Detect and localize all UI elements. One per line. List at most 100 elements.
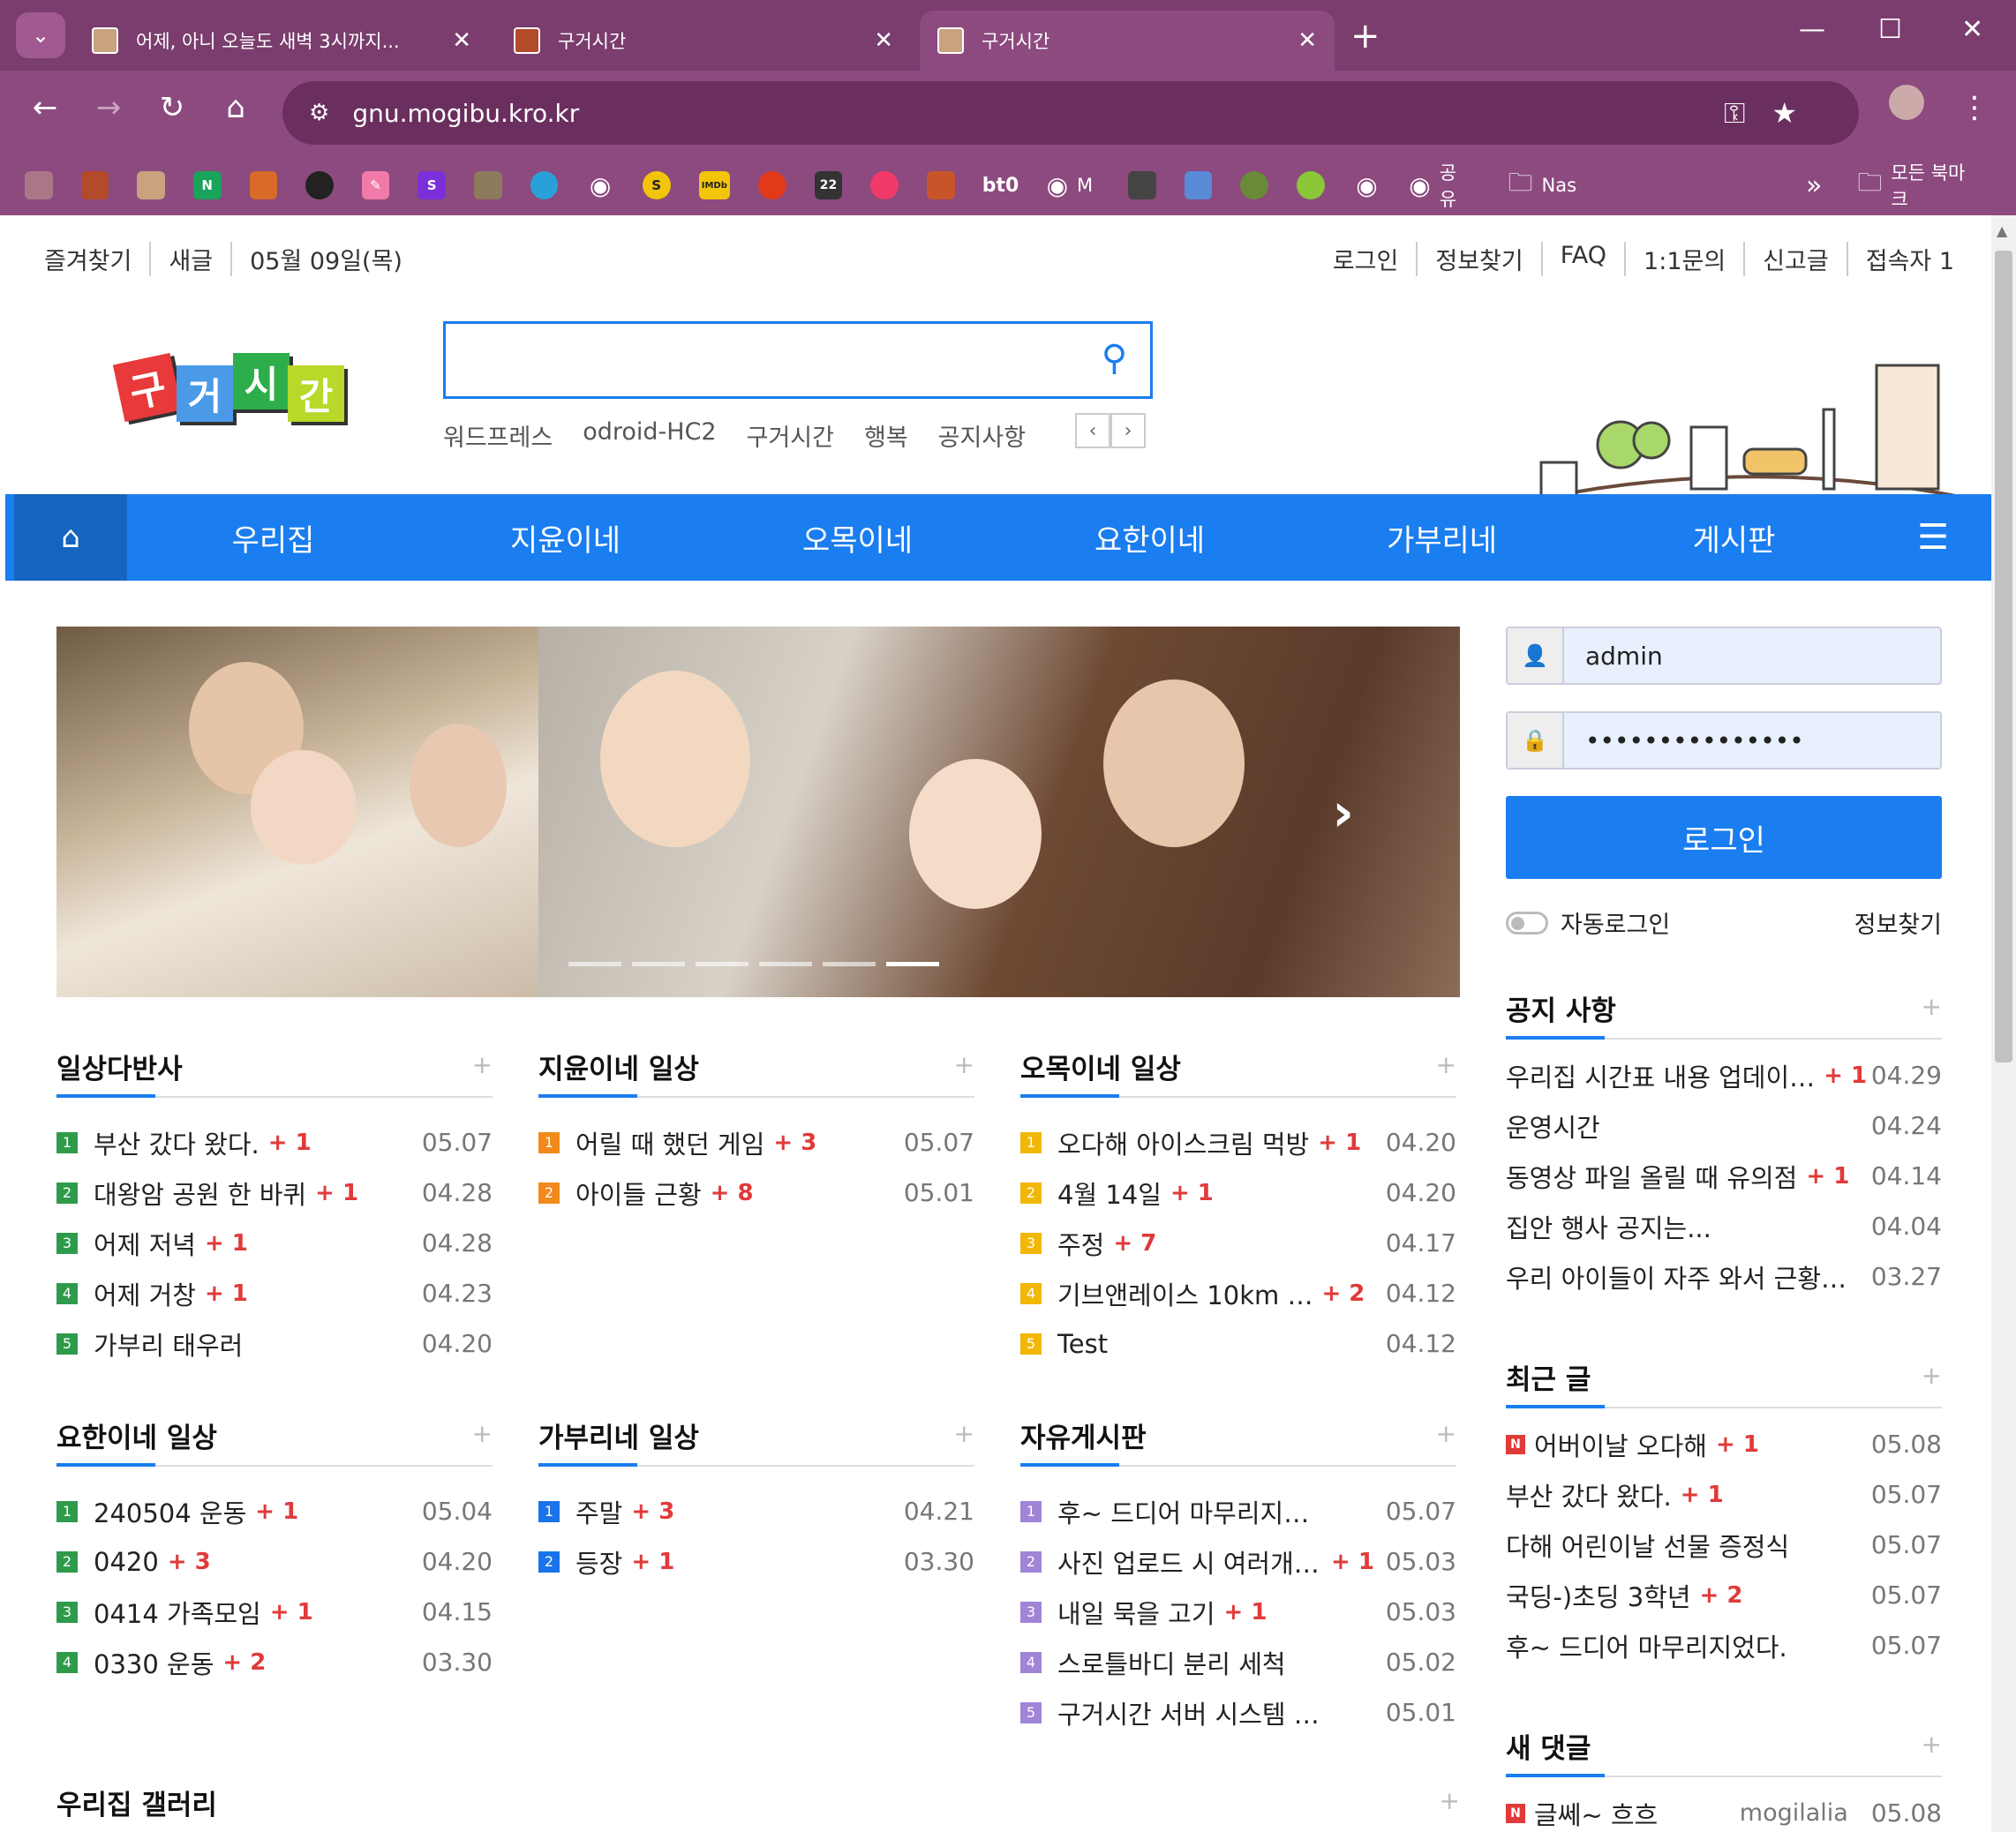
- post-title[interactable]: 집안 행사 공지는...: [1506, 1208, 1711, 1245]
- address-bar[interactable]: ⚙ gnu.mogibu.kro.kr ⚿★: [282, 81, 1859, 145]
- post-title[interactable]: 기브앤레이스 10km …: [1057, 1275, 1313, 1312]
- plus-icon[interactable]: +: [954, 1419, 974, 1448]
- close-icon[interactable]: ✕: [1298, 27, 1317, 54]
- nav-item[interactable]: 오목이네: [711, 494, 1004, 581]
- close-icon[interactable]: ✕: [874, 27, 893, 54]
- bookmark-bt-icon[interactable]: bt0: [982, 171, 1019, 199]
- keyword-link[interactable]: odroid-HC2: [583, 418, 716, 453]
- slider-dot[interactable]: [696, 962, 748, 966]
- faq-link[interactable]: FAQ: [1543, 242, 1627, 276]
- board-title[interactable]: 자유게시판: [1020, 1423, 1147, 1454]
- bookmark-green-icon[interactable]: [1240, 171, 1269, 199]
- slider-dot[interactable]: [823, 962, 876, 966]
- list-item[interactable]: 3 0414 가족모임 + 1 04.15: [56, 1587, 493, 1637]
- list-item[interactable]: 우리 아이들이 자주 와서 근황을… 03.27: [1506, 1251, 1942, 1302]
- plus-icon[interactable]: +: [472, 1050, 493, 1079]
- board-title[interactable]: 오목이네 일상: [1020, 1054, 1181, 1085]
- list-item[interactable]: 1 부산 갔다 왔다. + 1 05.07: [56, 1117, 493, 1168]
- post-title[interactable]: 후~ 드디어 마무리지었다.: [1506, 1627, 1787, 1664]
- post-title[interactable]: 부산 갔다 왔다.: [94, 1124, 260, 1161]
- slider-dot[interactable]: [759, 962, 812, 966]
- nav-item[interactable]: 게시판: [1588, 494, 1880, 581]
- post-title[interactable]: 아이들 근황: [575, 1175, 702, 1212]
- bookmark-monitor-icon[interactable]: [1128, 171, 1156, 199]
- password-field[interactable]: 🔒 •••••••••••••••: [1506, 711, 1942, 770]
- list-item[interactable]: 후~ 드디어 마무리지었다. 05.07: [1506, 1620, 1942, 1671]
- post-title[interactable]: 운영시간: [1506, 1107, 1600, 1145]
- plus-icon[interactable]: +: [1436, 1050, 1456, 1079]
- chevron-left-icon[interactable]: ‹: [1075, 413, 1110, 448]
- list-item[interactable]: 4 스로틀바디 분리 세척 05.02: [1020, 1637, 1456, 1687]
- find-info-link[interactable]: 정보찾기: [1854, 905, 1942, 940]
- post-title[interactable]: 4월 14일: [1057, 1175, 1162, 1212]
- nav-item[interactable]: 우리집: [127, 494, 419, 581]
- tab-2[interactable]: 구거시간 ✕: [496, 11, 911, 71]
- close-icon[interactable]: ✕: [452, 27, 471, 54]
- bookmarks-overflow-icon[interactable]: »: [1806, 170, 1822, 201]
- list-item[interactable]: 부산 갔다 왔다. + 1 05.07: [1506, 1469, 1942, 1520]
- board-title[interactable]: 우리집 갤러리: [56, 1790, 217, 1821]
- post-title[interactable]: 국딩-)초딩 3학년: [1506, 1577, 1691, 1614]
- list-item[interactable]: 2 대왕암 공원 한 바퀴 + 1 04.28: [56, 1168, 493, 1218]
- tomato-icon[interactable]: [758, 171, 786, 199]
- plus-icon[interactable]: +: [954, 1050, 974, 1079]
- panel-title[interactable]: 최근 글: [1506, 1364, 1591, 1396]
- bookmark-22-icon[interactable]: 22: [814, 171, 843, 199]
- list-item[interactable]: 1 어릴 때 했던 게임 + 3 05.07: [538, 1117, 974, 1168]
- minimize-icon[interactable]: —: [1799, 14, 1825, 45]
- list-item[interactable]: 5 가부리 태우러 04.20: [56, 1318, 493, 1369]
- scrollbar-thumb[interactable]: [1995, 251, 2012, 1062]
- panel-title[interactable]: 공지 사항: [1506, 995, 1616, 1027]
- bookmark-avatar-icon[interactable]: [25, 171, 53, 199]
- list-item[interactable]: 1 후~ 드디어 마무리지었다. 05.07: [1020, 1486, 1456, 1536]
- nav-item[interactable]: 가부리네: [1296, 494, 1588, 581]
- list-item[interactable]: 2 4월 14일 + 1 04.20: [1020, 1168, 1456, 1218]
- magnet-icon[interactable]: [926, 171, 955, 199]
- plus-icon[interactable]: +: [1440, 1786, 1460, 1815]
- auto-login-label[interactable]: 자동로그인: [1561, 905, 1670, 940]
- post-title[interactable]: 스로틀바디 분리 세척: [1057, 1644, 1286, 1681]
- new-posts-link[interactable]: 새글: [151, 242, 233, 276]
- board-title[interactable]: 요한이네 일상: [56, 1423, 217, 1454]
- chevron-right-icon[interactable]: ›: [1110, 413, 1146, 448]
- post-title[interactable]: 오다해 아이스크림 먹방: [1057, 1124, 1309, 1161]
- post-title[interactable]: 주말: [575, 1493, 622, 1530]
- bookmark-game-icon[interactable]: [80, 171, 109, 199]
- keyword-link[interactable]: 행복: [864, 418, 908, 453]
- site-logo[interactable]: 구 거 시 간: [109, 348, 357, 436]
- panel-title[interactable]: 새 댓글: [1506, 1733, 1591, 1765]
- bookmark-m[interactable]: ◉ M: [1047, 171, 1094, 200]
- post-title[interactable]: 0414 가족모임: [94, 1594, 261, 1631]
- bookmark-nas-folder[interactable]: 🗀 Nas: [1508, 164, 1576, 206]
- bookmark-edge-icon[interactable]: [530, 171, 559, 199]
- post-title[interactable]: 가부리 태우러: [94, 1325, 243, 1363]
- search-input[interactable]: ⚲: [443, 321, 1153, 399]
- list-item[interactable]: 집안 행사 공지는... 04.04: [1506, 1201, 1942, 1251]
- star-icon[interactable]: ★: [1772, 96, 1824, 130]
- search-icon[interactable]: ⚲: [1102, 338, 1127, 379]
- post-title[interactable]: 내일 묵을 고기: [1057, 1594, 1215, 1631]
- comment-text[interactable]: 글쎄~ 흐흐: [1534, 1795, 1658, 1832]
- keyword-link[interactable]: 구거시간: [747, 418, 834, 453]
- globe-icon[interactable]: ◉: [586, 171, 614, 200]
- list-item[interactable]: 우리집 시간표 내용 업데이… + 1 04.29: [1506, 1050, 1942, 1100]
- list-item[interactable]: 1 오다해 아이스크림 먹방 + 1 04.20: [1020, 1117, 1456, 1168]
- post-title[interactable]: Test: [1057, 1329, 1108, 1359]
- list-item[interactable]: 1 240504 운동 + 1 05.04: [56, 1486, 493, 1536]
- post-title[interactable]: 사진 업로드 시 여러개 …: [1057, 1543, 1322, 1580]
- list-item[interactable]: 4 어제 거창 + 1 04.23: [56, 1268, 493, 1318]
- list-item[interactable]: 5 구거시간 서버 시스템 업글 … 05.01: [1020, 1687, 1456, 1738]
- post-title[interactable]: 어제 거창: [94, 1275, 196, 1312]
- plus-icon[interactable]: +: [1922, 1730, 1942, 1759]
- site-info-icon[interactable]: ⚙: [309, 100, 329, 126]
- visitors-link[interactable]: 접속자 1: [1848, 242, 1954, 276]
- maximize-icon[interactable]: ☐: [1878, 14, 1902, 45]
- list-item[interactable]: 1 주말 + 3 04.21: [538, 1486, 974, 1536]
- profile-avatar[interactable]: [1889, 85, 1924, 120]
- slider-next-icon[interactable]: ›: [1332, 782, 1354, 844]
- list-item[interactable]: 4 기브앤레이스 10km … + 2 04.12: [1020, 1268, 1456, 1318]
- list-item[interactable]: 다해 어린이날 선물 증정식 05.07: [1506, 1520, 1942, 1570]
- key-icon[interactable]: ⚿: [1724, 96, 1772, 130]
- window-close-icon[interactable]: ✕: [1961, 14, 1983, 45]
- keyword-link[interactable]: 공지사항: [938, 418, 1026, 453]
